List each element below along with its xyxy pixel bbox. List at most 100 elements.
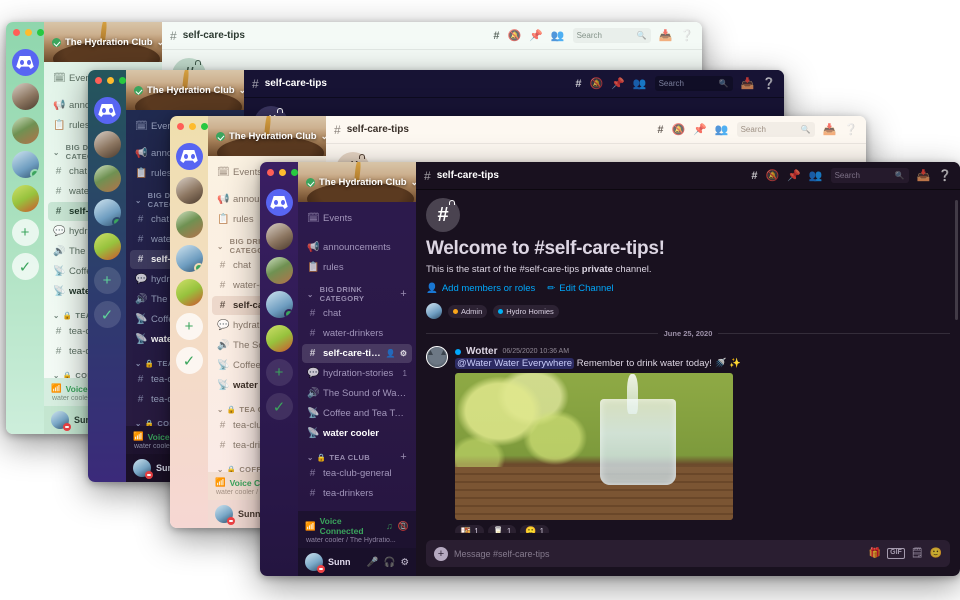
chevron-down-icon[interactable]: ⌄ <box>239 85 244 96</box>
add-server-button[interactable]: + <box>93 267 121 294</box>
category-tea-club[interactable]: ⌄🔒TEA CLUB+ <box>302 451 412 463</box>
server-icon-plant[interactable] <box>11 117 39 144</box>
add-server-button[interactable]: + <box>175 313 203 340</box>
help-icon[interactable]: ❔ <box>938 169 952 182</box>
server-header[interactable]: The Hydration Club ⌄ <box>44 22 162 62</box>
avatar[interactable] <box>426 303 442 319</box>
server-rail[interactable]: + ✓ <box>260 162 298 576</box>
user-panel[interactable]: Sunn 🎤 🎧 ⚙ <box>298 548 416 576</box>
reaction-chip[interactable]: 🙂 1 <box>520 525 550 533</box>
reaction-chip[interactable]: 🥛 1 <box>487 525 517 533</box>
chevron-down-icon[interactable]: ⌄ <box>321 131 326 142</box>
help-icon[interactable]: ❔ <box>680 29 694 42</box>
sidebar-item-events[interactable]: 🗓 Events <box>302 209 412 228</box>
minimize-button[interactable] <box>189 123 196 130</box>
message-input[interactable]: + Message #self-care-tips 🎁 GIF 🗒 🙂 <box>426 540 950 567</box>
noise-suppression-icon[interactable]: ♫ <box>386 521 393 532</box>
pin-icon[interactable]: 📌 <box>693 123 707 136</box>
avatar[interactable] <box>133 459 153 479</box>
server-icon-yellow[interactable] <box>175 279 203 306</box>
close-button[interactable] <box>95 77 102 84</box>
server-icon-sink[interactable] <box>265 291 293 318</box>
server-icon-sink[interactable] <box>175 245 203 272</box>
pin-icon[interactable]: 📌 <box>787 169 801 182</box>
channel-list[interactable]: 🗓Events 📢announcements 📋rules ⌄BIG DRINK… <box>298 202 416 511</box>
channel-coffee-and-tea-talks[interactable]: 📡Coffee and Tea Talks <box>302 404 412 423</box>
add-member-icon[interactable]: 👤 <box>386 349 396 358</box>
threads-icon[interactable]: # <box>493 30 499 42</box>
help-icon[interactable]: ❔ <box>762 77 776 90</box>
sidebar-item-announcements[interactable]: 📢announcements <box>302 238 412 257</box>
gift-icon[interactable]: 🎁 <box>869 548 881 559</box>
emoji-icon[interactable]: 🙂 <box>930 548 942 559</box>
notification-off-icon[interactable]: 🔕 <box>765 169 779 182</box>
search-input[interactable]: Search 🔍 <box>572 28 651 43</box>
add-channel-button[interactable]: + <box>400 288 407 300</box>
server-icon-coffee[interactable] <box>93 131 121 158</box>
members-icon[interactable]: 👥 <box>809 169 823 182</box>
server-icon-yellow[interactable] <box>93 233 121 260</box>
message-author[interactable]: Wotter <box>466 346 497 357</box>
window-traffic-lights[interactable] <box>95 77 126 84</box>
window-traffic-lights[interactable] <box>267 169 298 176</box>
inbox-icon[interactable]: 📥 <box>741 77 755 90</box>
server-rail[interactable]: + ✓ <box>170 116 208 528</box>
channel-hydration-stories[interactable]: 💬 hydration-stories 1 <box>302 364 412 383</box>
help-icon[interactable]: ❔ <box>844 123 858 136</box>
server-icon-discord-home[interactable] <box>175 143 203 170</box>
channel-the-sound-of-water[interactable]: 🔊The Sound of Water <box>302 384 412 403</box>
inbox-icon[interactable]: 📥 <box>917 169 931 182</box>
channel-tea-drinkers[interactable]: # tea-drinkers <box>302 484 412 503</box>
channel-self-care-tips[interactable]: # self-care-tips 👤 ⚙ <box>302 344 412 363</box>
pin-icon[interactable]: 📌 <box>611 77 625 90</box>
gif-icon[interactable]: GIF <box>887 548 905 559</box>
minimize-button[interactable] <box>107 77 114 84</box>
window-traffic-lights[interactable] <box>13 29 44 36</box>
disconnect-call-icon[interactable]: 📵 <box>398 521 409 532</box>
server-rail[interactable]: + ✓ <box>88 70 126 482</box>
discord-window-dark[interactable]: + ✓ The Hydration Club ⌄ 🗓 Events 📢 announ… <box>260 162 960 576</box>
threads-icon[interactable]: # <box>751 170 757 182</box>
category-big-drink[interactable]: ⌄BIG DRINK CATEGORY+ <box>302 285 412 303</box>
explore-servers-button[interactable]: ✓ <box>175 347 203 374</box>
close-button[interactable] <box>267 169 274 176</box>
server-icon-yellow[interactable] <box>265 325 293 352</box>
upload-attachment-button[interactable]: + <box>434 546 448 561</box>
server-icon-discord-home[interactable] <box>11 49 39 76</box>
channel-sidebar[interactable]: The Hydration Club ⌄ 🗓Events 📢announceme… <box>298 162 416 576</box>
add-channel-button[interactable]: + <box>400 451 407 463</box>
edit-channel-button[interactable]: ✏ Edit Channel <box>547 283 613 294</box>
sidebar-item-rules[interactable]: 📋 rules <box>302 258 412 277</box>
window-traffic-lights[interactable] <box>177 123 208 130</box>
server-icon-coffee[interactable] <box>11 83 39 110</box>
close-button[interactable] <box>177 123 184 130</box>
add-server-button[interactable]: + <box>11 219 39 246</box>
avatar[interactable] <box>215 505 235 525</box>
chevron-down-icon[interactable]: ⌄ <box>157 37 162 48</box>
explore-servers-button[interactable]: ✓ <box>93 301 121 328</box>
maximize-button[interactable] <box>37 29 44 36</box>
chevron-down-icon[interactable]: ⌄ <box>411 177 416 188</box>
members-icon[interactable]: 👥 <box>633 77 647 90</box>
role-badge-admin[interactable]: Admin <box>448 304 488 318</box>
members-icon[interactable]: 👥 <box>715 123 729 136</box>
server-icon-plant[interactable] <box>175 211 203 238</box>
server-header[interactable]: The Hydration Club ⌄ <box>126 70 244 110</box>
search-input[interactable]: Search 🔍 <box>830 168 909 183</box>
server-icon-coffee[interactable] <box>265 223 293 250</box>
minimize-button[interactable] <box>25 29 32 36</box>
add-server-button[interactable]: + <box>265 359 293 386</box>
mic-muted-icon[interactable]: 🎤 <box>367 557 379 568</box>
notification-off-icon[interactable]: 🔕 <box>589 77 603 90</box>
server-header[interactable]: The Hydration Club ⌄ <box>298 162 416 202</box>
maximize-button[interactable] <box>119 77 126 84</box>
pin-icon[interactable]: 📌 <box>529 29 543 42</box>
server-icon-discord-home[interactable] <box>265 189 293 216</box>
maximize-button[interactable] <box>291 169 298 176</box>
notification-off-icon[interactable]: 🔕 <box>671 123 685 136</box>
server-rail[interactable]: + ✓ <box>6 22 44 434</box>
search-input[interactable]: Search 🔍 <box>736 122 815 137</box>
role-badge-hydro-homies[interactable]: Hydro Homies <box>493 304 559 318</box>
avatar[interactable] <box>51 411 71 431</box>
minimize-button[interactable] <box>279 169 286 176</box>
